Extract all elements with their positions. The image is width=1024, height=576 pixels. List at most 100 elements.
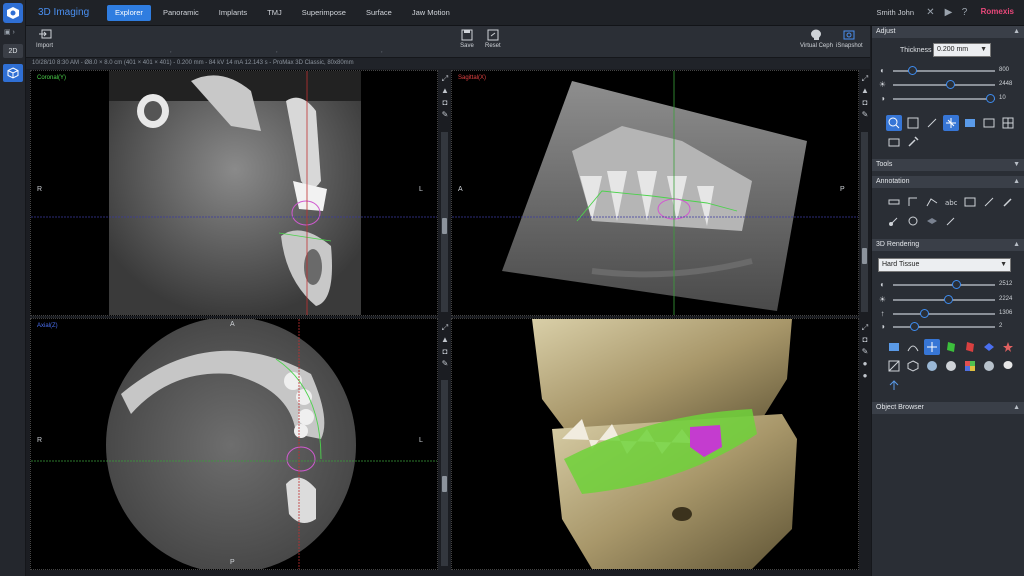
slider-knob[interactable] [908, 66, 917, 75]
gamma-slider[interactable]: ◑ 10 [876, 93, 1021, 105]
clip-plane-icon[interactable] [924, 339, 940, 355]
blue-plane-icon[interactable] [981, 339, 997, 355]
scroll-thumb[interactable] [442, 218, 447, 234]
import-button[interactable]: Import [36, 29, 53, 49]
star-icon[interactable] [1000, 339, 1016, 355]
rotate-icon[interactable] [924, 115, 940, 131]
slice-cut-icon[interactable] [886, 358, 902, 374]
warning-icon[interactable]: ▲ [861, 86, 870, 95]
maximize-icon[interactable]: ⤢ [441, 323, 450, 332]
color-table-icon[interactable] [962, 358, 978, 374]
crosshair-icon[interactable] [943, 115, 959, 131]
tools-panel-header[interactable]: Tools ▼ [872, 159, 1024, 171]
tab-jaw-motion[interactable]: Jaw Motion [404, 5, 458, 21]
rendering-brightness-slider[interactable]: ☀ 2224 [876, 294, 1021, 306]
adjust-panel-header[interactable]: Adjust ▲ [872, 26, 1024, 38]
warning-icon[interactable]: ▲ [441, 86, 450, 95]
brightness-slider[interactable]: ☀ 2448 [876, 79, 1021, 91]
rendering-contrast-slider[interactable]: ◐ 2512 [876, 279, 1021, 291]
pen-measure-icon[interactable] [886, 213, 902, 229]
annotation-panel-header[interactable]: Annotation ▲ [872, 176, 1024, 188]
slice-scrollbar[interactable] [861, 132, 868, 312]
render-image-icon[interactable] [886, 339, 902, 355]
sphere-icon[interactable] [981, 358, 997, 374]
tab-superimpose[interactable]: Superimpose [294, 5, 354, 21]
wrench-icon[interactable]: ✎ [441, 110, 450, 119]
export-model-icon[interactable] [886, 377, 902, 393]
rendering-preset-select[interactable]: Hard Tissue ▼ [878, 258, 1011, 272]
rendering-threshold-slider[interactable]: ↑ 1306 [876, 308, 1021, 320]
maximize-icon[interactable]: ⤢ [861, 74, 870, 83]
settings-wrench-icon[interactable] [905, 134, 921, 150]
wrench-icon[interactable]: ✎ [441, 359, 450, 368]
reset-button[interactable]: Reset [485, 29, 501, 49]
skull-alt-icon[interactable]: ● [861, 371, 870, 380]
mode-2d-button[interactable]: 2D [3, 44, 23, 58]
image-icon[interactable] [962, 115, 978, 131]
grid-icon[interactable] [1000, 115, 1016, 131]
box-icon[interactable] [905, 358, 921, 374]
collapse-icon[interactable]: ▲ [1013, 239, 1020, 251]
object-browser-panel-header[interactable]: Object Browser ▲ [872, 402, 1024, 414]
slider-knob[interactable] [910, 322, 919, 331]
pen-area-icon[interactable] [905, 213, 921, 229]
maximize-icon[interactable]: ⤢ [441, 74, 450, 83]
camera-icon[interactable]: ◘ [861, 98, 870, 107]
tab-implants[interactable]: Implants [211, 5, 255, 21]
layout-icon[interactable] [981, 115, 997, 131]
skull-icon[interactable]: ● [861, 359, 870, 368]
pan-icon[interactable] [905, 115, 921, 131]
curve-icon[interactable] [905, 339, 921, 355]
rendering-opacity-slider[interactable]: ◑ 2 [876, 321, 1021, 333]
pen-icon[interactable] [1000, 194, 1016, 210]
layer-icon[interactable] [924, 213, 940, 229]
video-icon[interactable]: ▶ [943, 7, 954, 18]
polyline-icon[interactable] [924, 194, 940, 210]
slider-knob[interactable] [986, 94, 995, 103]
camera-icon[interactable]: ◘ [861, 335, 870, 344]
collapse-icon[interactable]: ▼ [1013, 159, 1020, 171]
text-annotation-icon[interactable]: abc [943, 194, 959, 210]
3d-viewport[interactable] [451, 318, 859, 570]
angle-icon[interactable] [905, 194, 921, 210]
slider-knob[interactable] [944, 295, 953, 304]
collapse-icon[interactable]: ▲ [1013, 26, 1020, 38]
arrow-icon[interactable] [981, 194, 997, 210]
collapse-icon[interactable]: ▲ [1013, 176, 1020, 188]
coronal-viewport[interactable]: Coronal(Y) R L [30, 70, 438, 316]
isnapshot-button[interactable]: iSnapshot [836, 29, 863, 49]
camera-icon[interactable]: ◘ [441, 347, 450, 356]
pen-profile-icon[interactable] [943, 213, 959, 229]
collapse-icon[interactable]: ▲ [1013, 402, 1020, 414]
thickness-select[interactable]: 0.200 mm ▼ [933, 43, 991, 57]
slice-scrollbar[interactable] [441, 132, 448, 312]
camera-icon[interactable]: ◘ [441, 98, 450, 107]
tab-tmj[interactable]: TMJ [259, 5, 290, 21]
green-plane-icon[interactable] [943, 339, 959, 355]
user-name[interactable]: Smith John [876, 8, 914, 17]
wrench-icon[interactable]: ✎ [861, 347, 870, 356]
head-side-icon[interactable] [943, 358, 959, 374]
scroll-thumb[interactable] [442, 476, 447, 492]
tab-panoramic[interactable]: Panoramic [155, 5, 207, 21]
ruler-icon[interactable] [886, 194, 902, 210]
lock-icon[interactable]: ▣ › [4, 28, 15, 36]
3d-rendering-panel-header[interactable]: 3D Rendering ▲ [872, 239, 1024, 251]
warning-icon[interactable]: ▲ [441, 335, 450, 344]
mode-3d-button[interactable] [3, 64, 23, 82]
axial-viewport[interactable]: Axial(Z) R L A P [30, 318, 438, 570]
tab-surface[interactable]: Surface [358, 5, 400, 21]
zoom-fit-icon[interactable] [886, 115, 902, 131]
head-icon[interactable] [924, 358, 940, 374]
slider-knob[interactable] [920, 309, 929, 318]
save-button[interactable]: Save [460, 29, 474, 49]
text-box-icon[interactable] [962, 194, 978, 210]
measure-table-icon[interactable] [886, 134, 902, 150]
red-plane-icon[interactable] [962, 339, 978, 355]
close-icon[interactable]: ✕ [925, 7, 936, 18]
skull-render-icon[interactable] [1000, 358, 1016, 374]
slider-knob[interactable] [946, 80, 955, 89]
scroll-thumb[interactable] [862, 248, 867, 264]
virtual-ceph-button[interactable]: Virtual Ceph [800, 29, 833, 49]
maximize-icon[interactable]: ⤢ [861, 323, 870, 332]
